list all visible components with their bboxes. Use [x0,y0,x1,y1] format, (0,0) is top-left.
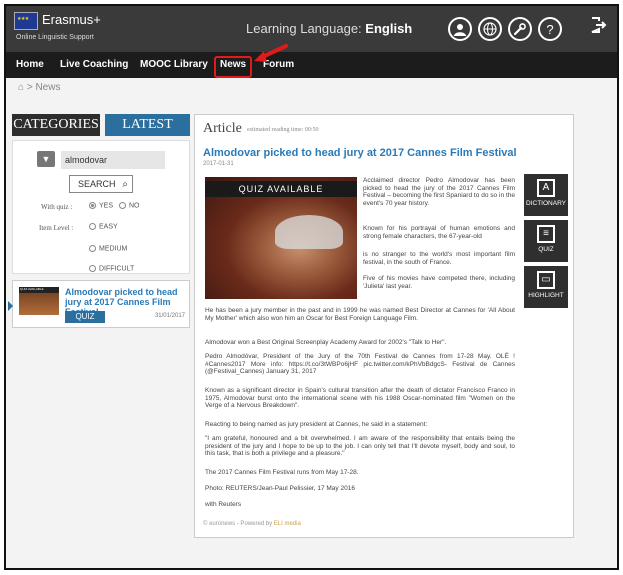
selected-caret-icon [8,301,13,311]
highlight-button[interactable]: ▭ HIGHLIGHT [524,266,568,308]
article-paragraph: Known as a significant director in Spain… [205,387,515,410]
portrait-hair [275,215,343,249]
quiz-tool-label: QUIZ [538,246,554,253]
article-date: 2017-01-31 [203,161,234,167]
search-button-label: SEARCH [78,179,116,189]
top-bar: Erasmus+ Online Linguistic Support Learn… [6,6,617,52]
level-difficult-radio[interactable]: DIFFICULT [89,265,134,272]
wrench-icon[interactable] [508,17,532,41]
radio-icon [119,202,126,209]
breadcrumb: ⌂ > News [18,82,60,93]
result-thumbnail: QUIZ AVAILABLE [19,287,59,315]
left-panel: CATEGORIES LATEST ▼ SEARCH ⌕ With quiz :… [8,114,190,329]
learning-language: Learning Language: English [246,21,412,36]
result-quiz-button[interactable]: QUIZ [65,311,105,323]
article-heading: Article [203,121,242,136]
logo-subtitle: Online Linguistic Support [16,34,94,41]
article-paragraph: Acclaimed director Pedro Almodovar has b… [363,177,515,207]
footer-brand: ELI media [273,521,301,527]
dictionary-label: DICTIONARY [526,200,566,207]
breadcrumb-current: News [35,82,61,93]
news-highlight-box [214,56,252,78]
radio-icon [89,223,96,230]
eu-flag-icon [14,12,38,30]
level-medium-radio[interactable]: MEDIUM [89,245,127,252]
radio-icon [89,245,96,252]
learning-language-value: English [365,21,413,36]
article-paragraph: is no stranger to the world's most impor… [363,251,515,266]
quiz-yes-radio[interactable]: YES [89,202,113,209]
article-footer: © euronews - Powered by ELI media [203,521,301,527]
article-paragraph: Pedro Almodóvar, President of the Jury o… [205,353,515,376]
dictionary-button[interactable]: A DICTIONARY [524,174,568,216]
app-frame: Erasmus+ Online Linguistic Support Learn… [4,4,619,570]
result-item[interactable]: QUIZ AVAILABLE Almodovar picked to head … [8,280,190,328]
quiz-available-banner: QUIZ AVAILABLE [205,181,357,197]
main-nav: Home Live Coaching MOOC Library News For… [6,52,617,78]
radio-icon [89,265,96,272]
quiz-no-label: NO [129,202,140,210]
quiz-yes-label: YES [99,202,114,210]
level-medium-label: MEDIUM [99,245,128,253]
level-difficult-label: DIFFICULT [99,265,135,273]
highlight-icon: ▭ [537,271,555,289]
reading-time: estimated reading time: 00:50 [247,127,319,133]
article-paragraph: Known for his portrayal of human emotion… [363,225,515,240]
result-date: 31/01/2017 [154,313,185,319]
with-quiz-label: With quiz : [41,203,73,211]
filter-box: ▼ SEARCH ⌕ With quiz : YES NO Item Level… [12,140,190,274]
radio-selected-icon [89,202,96,209]
article-image: QUIZ AVAILABLE [205,177,357,299]
tab-latest[interactable]: LATEST [105,114,190,136]
level-easy-radio[interactable]: EASY [89,223,118,230]
nav-home[interactable]: Home [16,52,44,78]
red-arrow-annotation [254,44,288,62]
nav-live-coaching[interactable]: Live Coaching [60,52,128,78]
dictionary-icon: A [537,179,555,197]
erasmus-logo[interactable]: Erasmus+ Online Linguistic Support [14,12,134,46]
quiz-no-radio[interactable]: NO [119,202,140,209]
article-paragraph: Five of his movies have competed there, … [363,275,515,290]
item-level-label: Item Level : [39,224,74,232]
level-easy-label: EASY [99,223,118,231]
tab-categories[interactable]: CATEGORIES [12,114,100,136]
help-icon[interactable]: ? [538,17,562,41]
breadcrumb-separator: > [26,82,33,93]
article-title: Almodovar picked to head jury at 2017 Ca… [203,147,517,159]
highlight-label: HIGHLIGHT [528,292,564,299]
article-paragraph: Almodovar won a Best Original Screenplay… [205,339,447,346]
logo-name: Erasmus+ [42,12,101,27]
learning-language-label: Learning Language: [246,21,362,36]
nav-mooc-library[interactable]: MOOC Library [140,52,208,78]
quiz-checklist-icon: ≡ [537,225,555,243]
filter-input[interactable] [61,151,165,169]
logout-icon[interactable] [589,16,607,39]
home-icon[interactable]: ⌂ [18,82,24,93]
article-paragraph: "I am grateful, honoured and a bit overw… [205,435,515,458]
article-paragraph: with Reuters [205,501,242,508]
article-paragraph: He has been a jury member in the past an… [205,307,515,322]
search-button[interactable]: SEARCH ⌕ [69,175,133,193]
result-badge: QUIZ AVAILABLE [20,287,44,291]
quiz-tool-button[interactable]: ≡ QUIZ [524,220,568,262]
help-glyph: ? [546,21,554,37]
user-icon[interactable] [448,17,472,41]
globe-icon[interactable] [478,17,502,41]
article-paragraph: Photo: REUTERS/Jean-Paul Pelissier, 17 M… [205,485,355,492]
search-icon: ⌕ [122,179,128,190]
footer-credit: © euronews - Powered by [203,521,273,527]
article-paragraph: The 2017 Cannes Film Festival runs from … [205,469,359,476]
article-panel: Article estimated reading time: 00:50 Al… [194,114,574,538]
funnel-icon: ▼ [37,151,55,167]
article-paragraph: Reacting to being named as jury presiden… [205,421,428,428]
